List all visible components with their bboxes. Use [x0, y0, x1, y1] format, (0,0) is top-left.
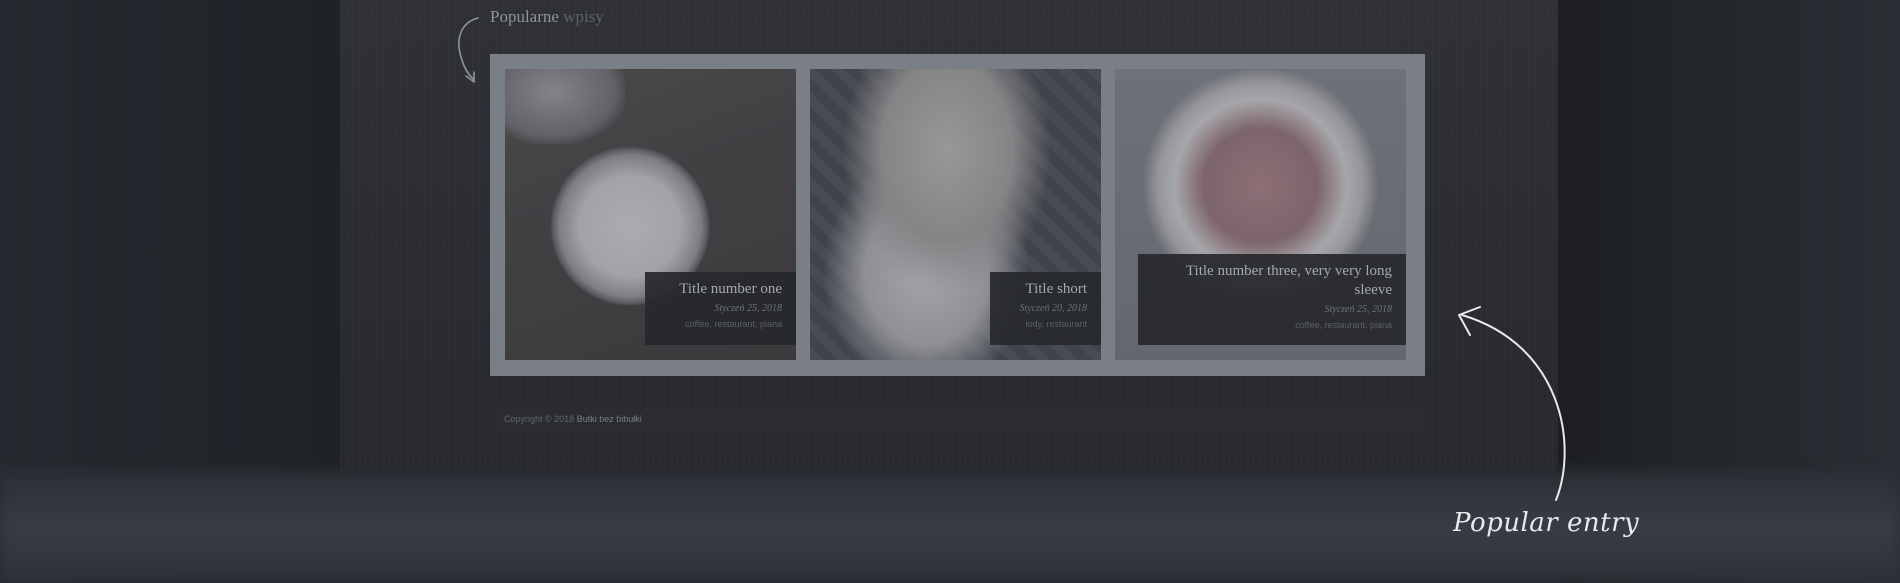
post-tags[interactable]: lody, restaurant	[1004, 319, 1087, 329]
post-caption: Title short Styczeń 20, 2018 lody, resta…	[990, 272, 1101, 345]
popular-posts-gallery: Title number one Styczeń 25, 2018 coffee…	[490, 54, 1425, 376]
footer-copyright: Copyright © 2018 Butki bez bibułki	[504, 414, 642, 424]
post-title[interactable]: Title number three, very very long sleev…	[1152, 262, 1392, 300]
post-caption: Title number one Styczeń 25, 2018 coffee…	[645, 272, 796, 345]
callout-label: Popular entry	[1453, 508, 1640, 538]
heading-main: Popularne	[490, 7, 559, 26]
post-date: Styczeń 25, 2018	[1324, 304, 1393, 315]
post-card-2[interactable]: Title short Styczeń 20, 2018 lody, resta…	[810, 69, 1101, 360]
post-card-1[interactable]: Title number one Styczeń 25, 2018 coffee…	[505, 69, 796, 360]
footer-brand-link[interactable]: Butki bez bibułki	[577, 414, 642, 424]
curl-arrow-icon	[458, 17, 479, 83]
post-tags[interactable]: coffee, restaurant, piana	[1152, 320, 1392, 330]
post-caption: Title number three, very very long sleev…	[1138, 254, 1406, 345]
copyright-text: Copyright © 2018	[504, 414, 577, 424]
post-title[interactable]: Title short	[1004, 280, 1087, 299]
callout-arrow-icon	[1458, 306, 1566, 501]
heading-accent: wpisy	[563, 7, 604, 26]
post-date: Styczeń 25, 2018	[714, 303, 783, 314]
site-footer: Copyright © 2018 Butki bez bibułki	[490, 406, 1425, 432]
popular-posts-heading: Popularne wpisy	[490, 7, 604, 27]
post-tags[interactable]: coffee, restaurant, piana	[659, 319, 782, 329]
post-title[interactable]: Title number one	[659, 280, 782, 299]
post-card-3[interactable]: Title number three, very very long sleev…	[1115, 69, 1406, 360]
post-date: Styczeń 20, 2018	[1019, 303, 1088, 314]
